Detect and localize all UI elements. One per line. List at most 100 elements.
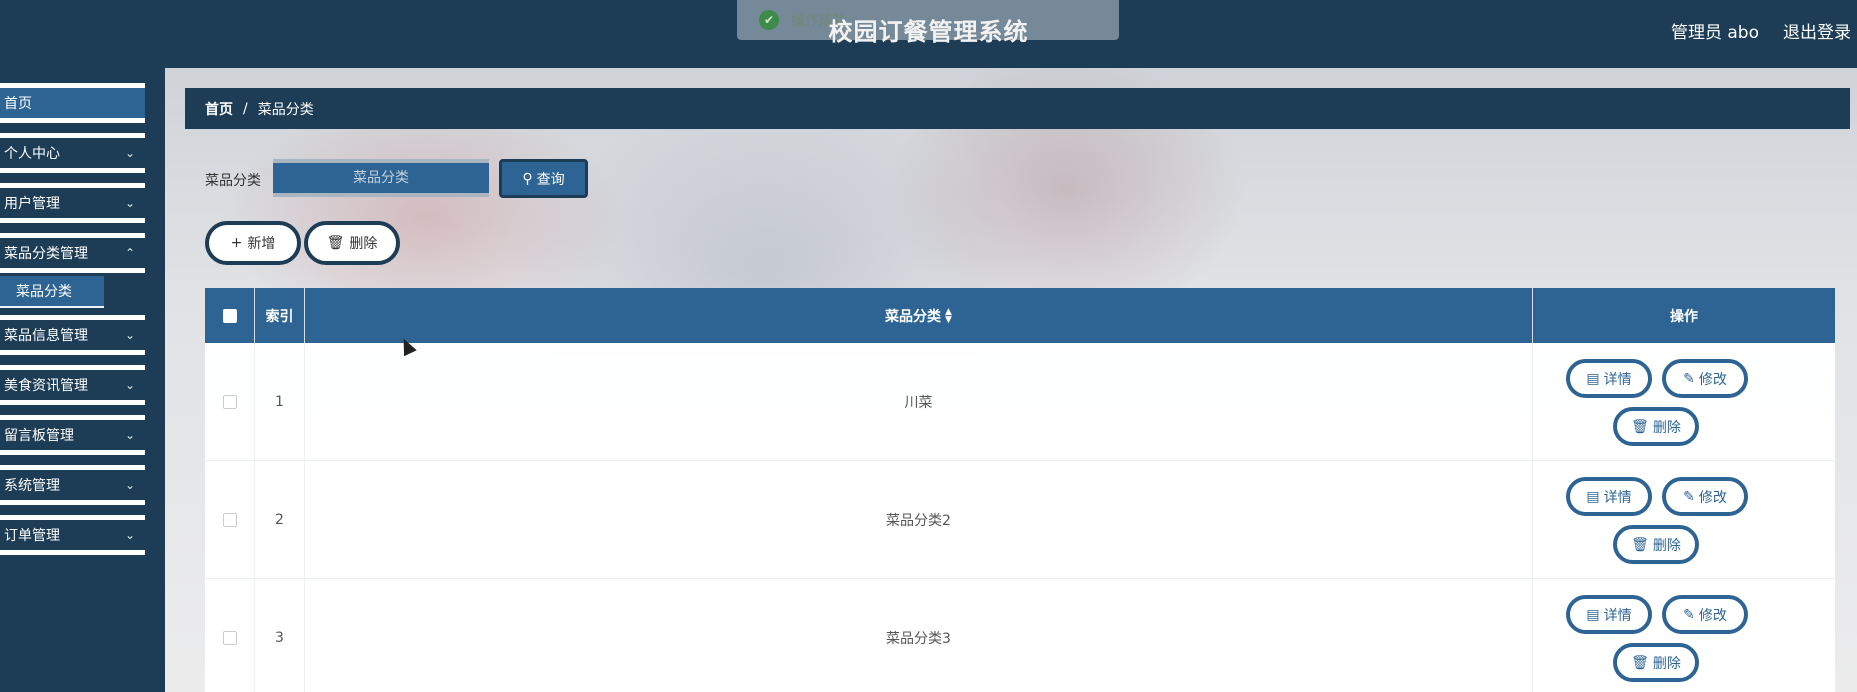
edit-button-label: 修改 xyxy=(1698,607,1727,624)
sort-icon: ▲ ▼ xyxy=(945,306,952,325)
header-ops: 操作 xyxy=(1670,308,1698,325)
select-all-checkbox[interactable] xyxy=(222,308,237,323)
sidebar-item-personal-center[interactable]: 个人中心 ⌄ xyxy=(0,133,145,173)
sidebar-item-label: 订单管理 xyxy=(4,528,60,544)
trash-icon: 🗑 xyxy=(326,235,345,251)
sidebar-item-label: 菜品信息管理 xyxy=(4,328,88,344)
category-table: 索引 菜品分类 ▲ ▼ 操作 1 川菜 ▤ 详情 ✎ 修改 🗑 删除 2 菜品分… xyxy=(205,288,1835,692)
header-category-label: 菜品分类 xyxy=(885,308,942,325)
breadcrumb: 首页 / 菜品分类 xyxy=(185,88,1850,129)
filter-label: 菜品分类 xyxy=(205,173,261,189)
row-index: 3 xyxy=(255,579,305,692)
table-row: 3 菜品分类3 ▤ 详情 ✎ 修改 🗑 删除 xyxy=(205,579,1835,692)
edit-button[interactable]: ✎ 修改 xyxy=(1662,359,1748,398)
sidebar-item-news-management[interactable]: 美食资讯管理 ⌄ xyxy=(0,365,145,405)
chevron-down-icon: ⌄ xyxy=(124,146,135,160)
row-ops: ▤ 详情 ✎ 修改 🗑 删除 xyxy=(1533,461,1835,578)
detail-button-label: 详情 xyxy=(1603,489,1632,506)
header-category[interactable]: 菜品分类 ▲ ▼ xyxy=(305,288,1533,343)
breadcrumb-home[interactable]: 首页 xyxy=(205,99,233,119)
detail-button-label: 详情 xyxy=(1603,371,1632,388)
sidebar-item-user-management[interactable]: 用户管理 ⌄ xyxy=(0,183,145,223)
sidebar-item-system-management[interactable]: 系统管理 ⌄ xyxy=(0,465,145,505)
sidebar-item-message-board[interactable]: 留言板管理 ⌄ xyxy=(0,415,145,455)
row-delete-button[interactable]: 🗑 删除 xyxy=(1613,525,1699,564)
table-row: 2 菜品分类2 ▤ 详情 ✎ 修改 🗑 删除 xyxy=(205,461,1835,579)
document-icon: ▤ xyxy=(1586,606,1600,623)
row-checkbox[interactable] xyxy=(222,394,237,409)
chevron-down-icon: ⌄ xyxy=(124,528,135,542)
row-category: 菜品分类3 xyxy=(305,579,1533,692)
header-index: 索引 xyxy=(255,288,305,343)
row-checkbox[interactable] xyxy=(222,512,237,527)
sidebar-item-dish-management[interactable]: 菜品信息管理 ⌄ xyxy=(0,315,145,355)
sidebar-item-category-management[interactable]: 菜品分类管理 ⌃ xyxy=(0,233,145,273)
row-ops-group: ▤ 详情 ✎ 修改 🗑 删除 xyxy=(1534,461,1834,578)
row-checkbox-cell xyxy=(205,461,255,578)
chevron-down-icon: ⌄ xyxy=(124,196,135,210)
sidebar-item-order-management[interactable]: 订单管理 ⌄ xyxy=(0,515,145,555)
sidebar-item-label: 个人中心 xyxy=(4,146,60,162)
row-delete-button-label: 删除 xyxy=(1652,655,1681,672)
detail-button-label: 详情 xyxy=(1603,607,1632,624)
sidebar-item-label: 美食资讯管理 xyxy=(4,378,88,394)
detail-button[interactable]: ▤ 详情 xyxy=(1566,359,1652,398)
row-checkbox-cell xyxy=(205,343,255,460)
add-button-label: 新增 xyxy=(247,236,276,252)
trash-icon: 🗑 xyxy=(1631,654,1649,671)
row-delete-button[interactable]: 🗑 删除 xyxy=(1613,407,1699,446)
document-icon: ▤ xyxy=(1586,370,1600,387)
edit-button[interactable]: ✎ 修改 xyxy=(1662,595,1748,634)
search-icon: ⚲ xyxy=(522,170,533,187)
row-ops: ▤ 详情 ✎ 修改 🗑 删除 xyxy=(1533,343,1835,460)
query-button-label: 查询 xyxy=(536,171,565,188)
row-delete-button[interactable]: 🗑 删除 xyxy=(1613,643,1699,682)
chevron-down-icon: ⌄ xyxy=(124,378,135,392)
detail-button[interactable]: ▤ 详情 xyxy=(1566,595,1652,634)
pencil-icon: ✎ xyxy=(1683,606,1695,623)
trash-icon: 🗑 xyxy=(1631,536,1649,553)
sidebar-item-home[interactable]: 首页 xyxy=(0,83,145,123)
detail-button[interactable]: ▤ 详情 xyxy=(1566,477,1652,516)
sidebar-item-label: 菜品分类管理 xyxy=(4,246,88,262)
sidebar-item-label: 用户管理 xyxy=(4,196,60,212)
user-label: 管理员 abo xyxy=(1670,23,1759,43)
delete-button-label: 删除 xyxy=(349,236,378,252)
sidebar: 首页 个人中心 ⌄ 用户管理 ⌄ 菜品分类管理 ⌃ 菜品分类 菜品信息管理 ⌄ … xyxy=(0,68,165,692)
row-ops-group: ▤ 详情 ✎ 修改 🗑 删除 xyxy=(1534,579,1834,692)
sidebar-item-label: 首页 xyxy=(4,96,32,112)
table-row: 1 川菜 ▤ 详情 ✎ 修改 🗑 删除 xyxy=(205,343,1835,461)
app-title: 校园订餐管理系统 xyxy=(828,18,1029,46)
batch-delete-button[interactable]: 🗑 删除 xyxy=(304,221,400,265)
chevron-down-icon: ⌄ xyxy=(124,328,135,342)
logout-link[interactable]: 退出登录 xyxy=(1783,18,1851,43)
sidebar-subitem-label: 菜品分类 xyxy=(16,284,72,300)
document-icon: ▤ xyxy=(1586,488,1600,505)
edit-button[interactable]: ✎ 修改 xyxy=(1662,477,1748,516)
sidebar-subitem-category[interactable]: 菜品分类 xyxy=(0,276,104,308)
row-checkbox[interactable] xyxy=(222,630,237,645)
pencil-icon: ✎ xyxy=(1683,488,1695,505)
table-header: 索引 菜品分类 ▲ ▼ 操作 xyxy=(205,288,1835,343)
top-bar: ✔ 操作成功 校园订餐管理系统 管理员 abo 退出登录 xyxy=(0,0,1857,68)
query-button[interactable]: ⚲ 查询 xyxy=(499,159,588,198)
row-category: 川菜 xyxy=(305,343,1533,460)
sidebar-item-label: 留言板管理 xyxy=(4,428,74,444)
header-select-all-cell xyxy=(205,288,255,343)
breadcrumb-separator: / xyxy=(243,100,248,117)
row-ops-group: ▤ 详情 ✎ 修改 🗑 删除 xyxy=(1534,343,1834,460)
trash-icon: 🗑 xyxy=(1631,418,1649,435)
sidebar-item-label: 系统管理 xyxy=(4,478,60,494)
category-search-input[interactable]: 菜品分类 xyxy=(273,159,489,197)
main-content: 首页 / 菜品分类 菜品分类 菜品分类 ⚲ 查询 + 新增 🗑 删除 索引 菜品… xyxy=(165,68,1857,692)
row-category: 菜品分类2 xyxy=(305,461,1533,578)
row-checkbox-cell xyxy=(205,579,255,692)
row-delete-button-label: 删除 xyxy=(1652,537,1681,554)
header-user-area: 管理员 abo 退出登录 xyxy=(1671,18,1851,43)
row-delete-button-label: 删除 xyxy=(1652,419,1681,436)
pencil-icon: ✎ xyxy=(1683,370,1695,387)
breadcrumb-current: 菜品分类 xyxy=(257,101,314,118)
add-button[interactable]: + 新增 xyxy=(205,221,301,265)
chevron-down-icon: ⌄ xyxy=(124,478,135,492)
chevron-up-icon: ⌃ xyxy=(124,246,135,260)
